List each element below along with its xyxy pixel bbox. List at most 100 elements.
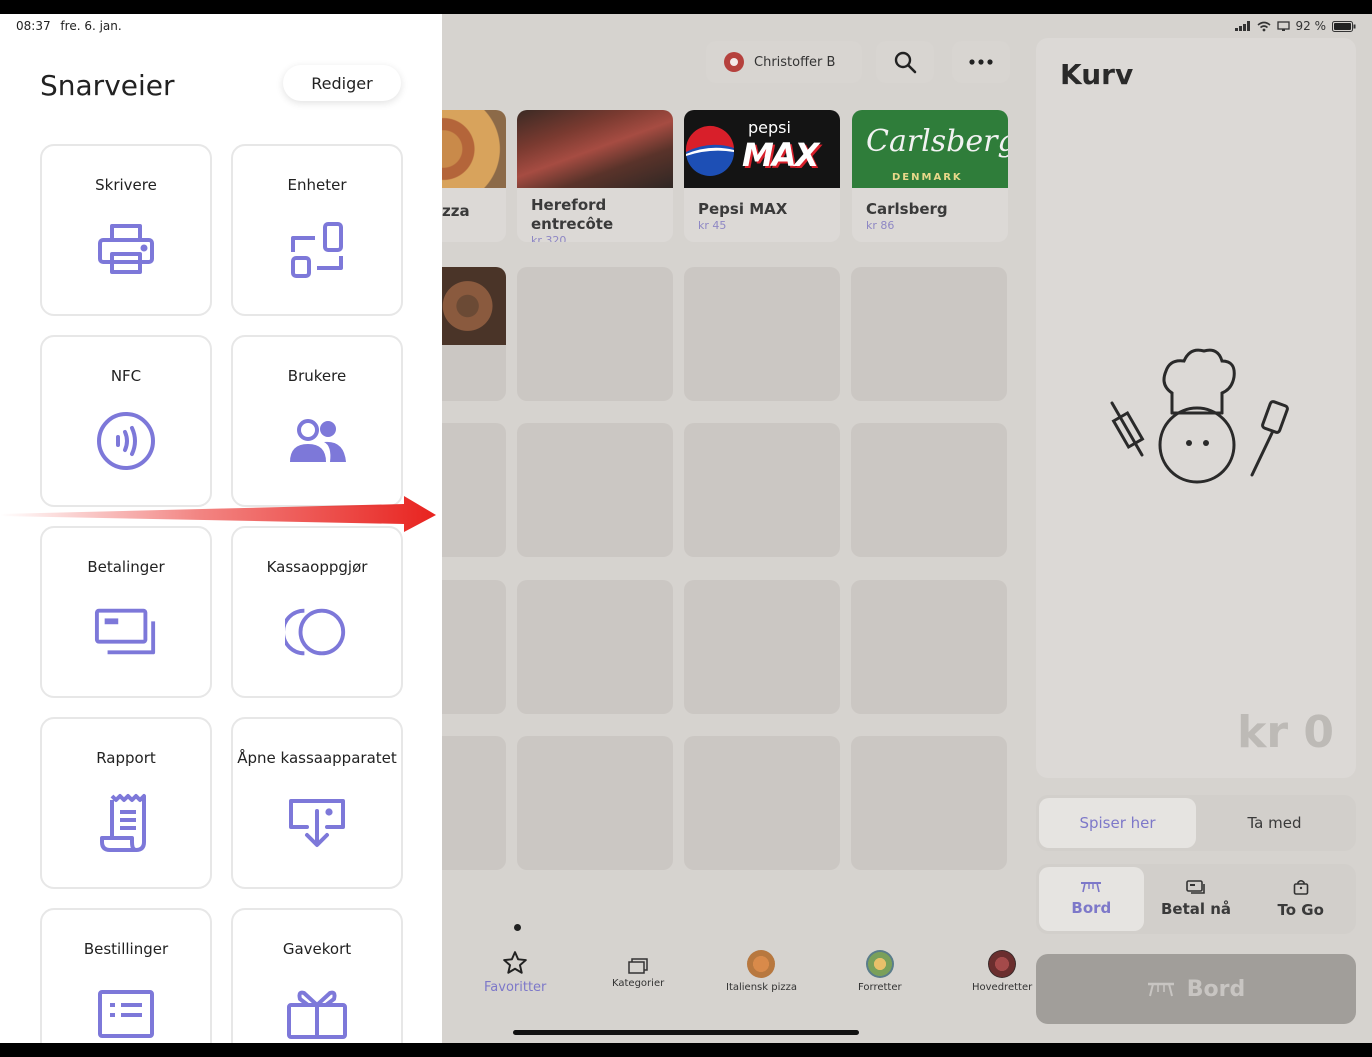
status-time: 08:37	[16, 19, 51, 33]
shortcut-label: Rapport	[96, 749, 156, 767]
search-icon	[894, 51, 917, 74]
bord-action-label: Bord	[1186, 976, 1246, 1002]
card-icon	[1186, 880, 1205, 894]
order-type-to-go[interactable]: To Go	[1248, 867, 1353, 931]
search-button[interactable]	[876, 41, 934, 83]
nav-categories[interactable]: Kategorier	[612, 958, 664, 989]
edit-button[interactable]: Rediger	[283, 65, 401, 101]
users-icon	[285, 409, 349, 473]
product-tile-pepsi-max[interactable]: pepsi MAX Pepsi MAX kr 45	[684, 110, 840, 242]
empty-tile[interactable]	[851, 267, 1007, 401]
empty-tile[interactable]	[517, 423, 673, 557]
nav-italian-pizza[interactable]: Italiensk pizza	[726, 950, 797, 993]
shortcut-label: Bestillinger	[83, 940, 169, 958]
shortcut-label: Kassaoppgjør	[266, 558, 368, 576]
nav-starters[interactable]: Forretter	[858, 950, 902, 993]
dine-in-option[interactable]: Spiser her	[1039, 798, 1196, 848]
shortcut-nfc[interactable]: NFC	[40, 335, 212, 507]
product-name: Hereford entrecôte	[531, 196, 614, 233]
empty-tile[interactable]	[684, 267, 840, 401]
product-image	[517, 110, 673, 188]
order-type-pay-now[interactable]: Betal nå	[1144, 867, 1249, 931]
report-icon	[94, 791, 158, 855]
shortcut-label: Skrivere	[95, 176, 157, 194]
shortcut-payments[interactable]: Betalinger	[40, 526, 212, 698]
devices-icon	[285, 218, 349, 282]
chef-illustration-icon	[1110, 348, 1289, 484]
empty-tile[interactable]	[517, 736, 673, 870]
more-dots-icon	[969, 59, 993, 65]
printer-icon	[94, 218, 158, 282]
battery-percent: 92 %	[1295, 19, 1327, 33]
empty-tile[interactable]	[851, 736, 1007, 870]
shortcut-label: Åpne kassaapparatet	[237, 749, 397, 767]
nav-label: Kategorier	[612, 978, 665, 989]
shortcut-giftcard[interactable]: Gavekort	[231, 908, 403, 1043]
shortcut-settlement[interactable]: Kassaoppgjør	[231, 526, 403, 698]
status-bar-left: 08:37 fre. 6. jan.	[16, 19, 128, 33]
order-type-label: To Go	[1277, 901, 1324, 919]
more-button[interactable]	[952, 41, 1010, 83]
carlsberg-logo-text: Carlsberg	[866, 124, 1008, 159]
giftcard-icon	[285, 982, 349, 1043]
empty-tile[interactable]	[684, 580, 840, 714]
empty-tile[interactable]	[851, 580, 1007, 714]
product-tile-carlsberg[interactable]: Carlsberg DENMARK Carlsberg kr 86	[852, 110, 1008, 242]
nav-label: Favoritter	[484, 980, 547, 995]
order-type-label: Bord	[1071, 899, 1112, 917]
pepsi-logo-text: pepsi	[748, 118, 791, 137]
product-name: Pepsi MAX	[698, 200, 788, 218]
shortcut-report[interactable]: Rapport	[40, 717, 212, 889]
shortcut-label: Enheter	[287, 176, 347, 194]
take-away-option[interactable]: Ta med	[1196, 798, 1353, 848]
cart-panel: Kurv kr 0	[1036, 38, 1356, 778]
order-type-label: Betal nå	[1160, 900, 1232, 918]
shortcut-users[interactable]: Brukere	[231, 335, 403, 507]
order-type-table[interactable]: Bord	[1039, 867, 1144, 931]
status-bar-right: 92 %	[1234, 19, 1357, 33]
home-indicator[interactable]	[513, 1030, 859, 1035]
shortcut-label: Betalinger	[87, 558, 165, 576]
empty-tile[interactable]	[684, 423, 840, 557]
order-type-toggle: Bord Betal nå To Go	[1036, 864, 1356, 934]
orders-icon	[94, 982, 158, 1043]
cart-title: Kurv	[1060, 58, 1134, 91]
empty-tile[interactable]	[517, 267, 673, 401]
empty-tile[interactable]	[517, 580, 673, 714]
star-icon	[503, 951, 528, 974]
status-date: fre. 6. jan.	[60, 19, 122, 33]
bag-icon	[1293, 879, 1308, 895]
folder-icon	[628, 958, 648, 974]
empty-tile[interactable]	[851, 423, 1007, 557]
page-indicator-dot	[514, 924, 521, 931]
pepsi-logo-image: pepsi MAX	[684, 110, 840, 188]
empty-tile[interactable]	[684, 736, 840, 870]
user-chip[interactable]: Christoffer B	[706, 41, 862, 83]
carlsberg-sub-text: DENMARK	[892, 172, 963, 183]
nav-main-courses[interactable]: Hovedretter	[972, 950, 1032, 993]
shortcut-printers[interactable]: Skrivere	[40, 144, 212, 316]
shortcut-orders[interactable]: Bestillinger	[40, 908, 212, 1043]
product-price: kr 320	[531, 234, 567, 242]
dine-option-toggle: Spiser her Ta med	[1036, 795, 1356, 851]
product-name: Carlsberg	[866, 200, 948, 218]
settlement-icon	[285, 600, 349, 664]
user-name: Christoffer B	[754, 54, 836, 70]
bord-action-button[interactable]: Bord	[1036, 954, 1356, 1024]
product-tile-entrecote[interactable]: Hereford entrecôte kr 320	[517, 110, 673, 242]
product-price: kr 86	[866, 219, 895, 232]
shortcut-devices[interactable]: Enheter	[231, 144, 403, 316]
shortcut-open-cash-drawer[interactable]: Åpne kassaapparatet	[231, 717, 403, 889]
table-icon	[1147, 982, 1174, 997]
screen-mirror-icon	[1276, 20, 1290, 31]
cash-drawer-icon	[285, 791, 349, 855]
nav-label: Hovedretter	[972, 982, 1033, 993]
shortcut-label: Brukere	[287, 367, 347, 385]
pizza-thumb-icon	[747, 950, 776, 978]
nav-label: Italiensk pizza	[726, 982, 797, 993]
drawer-title: Snarveier	[40, 69, 175, 102]
nav-favorites[interactable]: Favoritter	[484, 950, 546, 995]
shortcut-label: Gavekort	[282, 940, 352, 958]
app-screen: 92 % Christoffer B zza Hereford entrecôt…	[0, 14, 1372, 1043]
max-logo-text: MAX	[742, 136, 819, 174]
